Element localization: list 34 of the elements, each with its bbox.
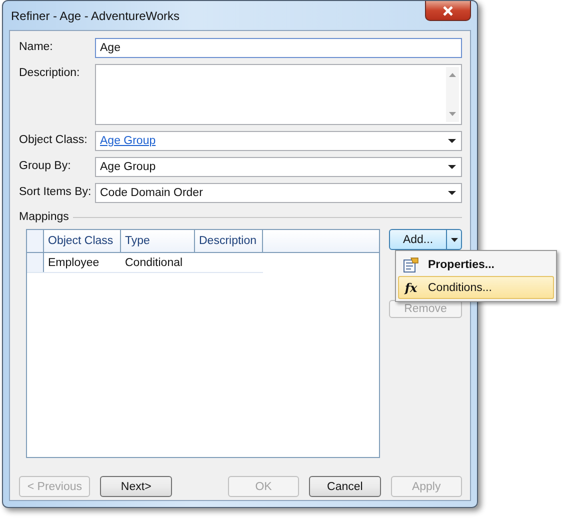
field-label: Name: bbox=[19, 40, 54, 53]
menu-item[interactable]: Properties... bbox=[398, 253, 554, 276]
field-label: Object Class: bbox=[19, 133, 88, 146]
dropdown-field[interactable]: Code Domain Order bbox=[95, 183, 462, 203]
dialog-button[interactable]: Next> bbox=[100, 476, 172, 497]
window-title: Refiner - Age - AdventureWorks bbox=[11, 9, 181, 23]
close-button[interactable] bbox=[425, 1, 471, 21]
field-label: Description: bbox=[19, 66, 81, 79]
dropdown-arrow-icon bbox=[448, 191, 456, 195]
add-button[interactable]: Add... bbox=[389, 229, 462, 250]
dropdown-arrow-icon bbox=[448, 165, 456, 169]
column-header[interactable]: Type bbox=[121, 230, 195, 252]
properties-icon bbox=[403, 256, 419, 272]
field-label: Group By: bbox=[19, 159, 72, 172]
dropdown-field[interactable]: Age Group bbox=[95, 131, 462, 151]
dialog-button[interactable]: Cancel bbox=[309, 476, 381, 497]
field-label: Sort Items By: bbox=[19, 185, 92, 198]
scrollbar[interactable] bbox=[446, 67, 459, 122]
dropdown-field[interactable]: Age Group bbox=[95, 157, 462, 177]
column-header[interactable]: Description bbox=[195, 230, 263, 252]
section-title: Mappings bbox=[19, 211, 69, 223]
table-cell: Conditional bbox=[125, 256, 183, 268]
row-header[interactable] bbox=[27, 253, 44, 272]
column-header[interactable]: Object Class bbox=[44, 230, 121, 252]
function-icon: fx bbox=[404, 280, 418, 294]
menu-item[interactable]: fx Conditions... bbox=[398, 276, 554, 299]
scroll-up-icon[interactable] bbox=[449, 73, 456, 77]
name-field[interactable]: Age bbox=[95, 38, 462, 58]
scroll-down-icon[interactable] bbox=[449, 112, 456, 116]
close-icon bbox=[442, 6, 454, 16]
dropdown-arrow-icon bbox=[450, 238, 458, 242]
table-cell: Employee bbox=[48, 256, 100, 268]
description-field[interactable] bbox=[95, 64, 462, 125]
dropdown-arrow-icon bbox=[448, 139, 456, 143]
